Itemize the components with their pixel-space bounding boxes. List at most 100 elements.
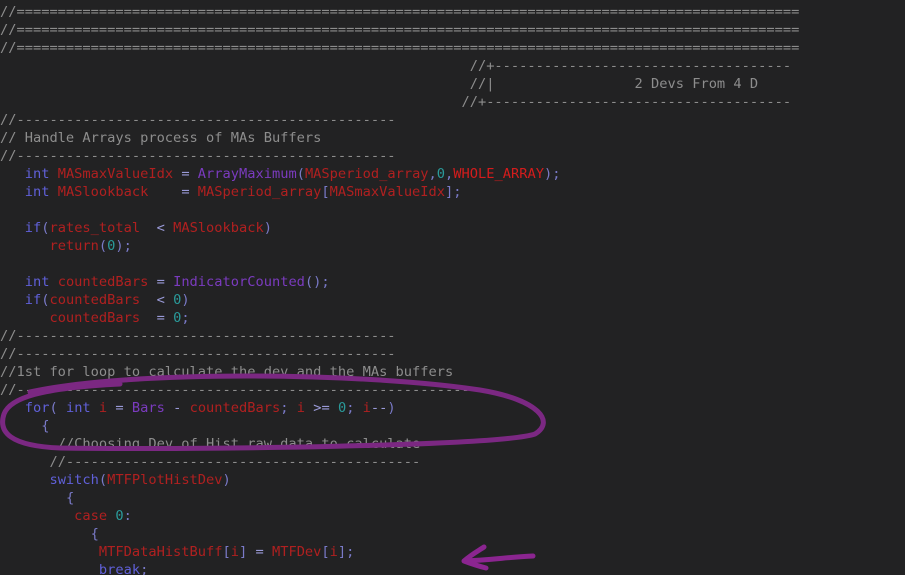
code-token: //1st for loop to calculate the dev and …	[0, 364, 454, 380]
code-token: countedBars	[49, 310, 157, 326]
code-token: [	[321, 544, 330, 560]
code-line[interactable]: // Handle Arrays process of MAs Buffers	[0, 129, 905, 147]
code-line[interactable]: for( int i = Bars - countedBars; i >= 0;…	[0, 399, 905, 417]
code-line[interactable]: countedBars = 0;	[0, 309, 905, 327]
code-token: int	[24, 184, 58, 200]
code-line[interactable]: MTFDataHistBuff[i] = MTFDev[i];	[0, 543, 905, 561]
code-token: ;	[346, 400, 363, 416]
code-token: [	[222, 544, 231, 560]
code-token: MTFPlotHistDev	[107, 472, 223, 488]
code-token: {	[90, 526, 99, 542]
code-token: break	[98, 562, 141, 575]
code-token: 0	[337, 400, 347, 416]
code-line[interactable]: {	[0, 417, 905, 435]
code-line[interactable]: return(0);	[0, 237, 905, 255]
code-token: //+------------------------------------	[0, 58, 792, 74]
code-line[interactable]: //--------------------------------------…	[0, 453, 905, 471]
code-line[interactable]: {	[0, 489, 905, 507]
code-token: [	[321, 184, 330, 200]
code-token: int	[24, 274, 58, 290]
code-token: //--------------------------------------…	[49, 454, 421, 470]
code-token: countedBars	[57, 274, 157, 290]
code-token: (	[296, 166, 305, 182]
code-line[interactable]: switch(MTFPlotHistDev)	[0, 471, 905, 489]
code-line[interactable]: //======================================…	[0, 21, 905, 39]
code-line[interactable]: int MASlookback = MASperiod_array[MASmax…	[0, 183, 905, 201]
code-line[interactable]: //--------------------------------------…	[0, 147, 905, 165]
code-line[interactable]: //======================================…	[0, 39, 905, 57]
code-token: i	[362, 400, 371, 416]
code-line[interactable]: break;	[0, 561, 905, 575]
code-token: MASmaxValueIdx	[329, 184, 446, 200]
code-line[interactable]: if(rates_total < MASlookback)	[0, 219, 905, 237]
code-token: ;	[280, 400, 297, 416]
code-line[interactable]: int MASmaxValueIdx = ArrayMaximum(MASper…	[0, 165, 905, 183]
code-area[interactable]: //======================================…	[0, 3, 905, 575]
code-line[interactable]: //--------------------------------------…	[0, 381, 905, 399]
code-token: //--------------------------------------…	[0, 382, 470, 398]
code-token: ];	[337, 544, 355, 560]
code-token: //| 2 Devs From 4 D	[0, 76, 759, 92]
code-token: case	[74, 508, 116, 524]
code-token: =	[156, 310, 174, 326]
code-token: //Choosing Dev of Hist raw data to calcu…	[57, 436, 421, 452]
code-line[interactable]: //Choosing Dev of Hist raw data to calcu…	[0, 435, 905, 453]
code-token: //--------------------------------------…	[0, 112, 396, 128]
code-editor[interactable]: //======================================…	[0, 0, 905, 575]
code-token: 0	[436, 166, 446, 182]
code-token: =	[156, 274, 174, 290]
code-line[interactable]: case 0:	[0, 507, 905, 525]
code-token: :	[123, 508, 132, 524]
code-line[interactable]: if(countedBars < 0)	[0, 291, 905, 309]
code-token: MASlookback	[57, 184, 182, 200]
code-token: {	[41, 418, 50, 434]
code-token: countedBars	[49, 292, 157, 308]
code-line[interactable]: //--------------------------------------…	[0, 111, 905, 129]
code-token: -	[173, 400, 190, 416]
code-token: //+-------------------------------------	[0, 94, 792, 110]
code-line[interactable]	[0, 201, 905, 219]
code-line[interactable]: //--------------------------------------…	[0, 327, 905, 345]
code-line[interactable]: //--------------------------------------…	[0, 345, 905, 363]
code-token: MASlookback	[173, 220, 264, 236]
code-token: switch	[49, 472, 99, 488]
code-line[interactable]: //| 2 Devs From 4 D	[0, 75, 905, 93]
code-line[interactable]: //======================================…	[0, 3, 905, 21]
code-token: =	[181, 184, 198, 200]
code-line[interactable]: //1st for loop to calculate the dev and …	[0, 363, 905, 381]
code-line[interactable]: int countedBars = IndicatorCounted();	[0, 273, 905, 291]
code-token: //======================================…	[0, 22, 800, 38]
code-token: int	[24, 166, 58, 182]
code-token: ;	[140, 562, 149, 575]
code-token: ();	[304, 274, 330, 290]
code-token: )	[387, 400, 396, 416]
code-token: countedBars	[189, 400, 281, 416]
code-token: rates_total	[49, 220, 157, 236]
code-token: return	[49, 238, 99, 254]
code-token: WHOLE_ARRAY	[453, 166, 544, 182]
code-line[interactable]: {	[0, 525, 905, 543]
code-token: =	[255, 544, 272, 560]
code-line[interactable]: //+-------------------------------------	[0, 93, 905, 111]
code-token: (	[98, 472, 108, 488]
code-token: ]	[239, 544, 256, 560]
code-line[interactable]	[0, 255, 905, 273]
code-token: i	[329, 544, 338, 560]
code-token: //======================================…	[0, 4, 800, 20]
code-line[interactable]: //+------------------------------------	[0, 57, 905, 75]
code-token: ];	[445, 184, 462, 200]
